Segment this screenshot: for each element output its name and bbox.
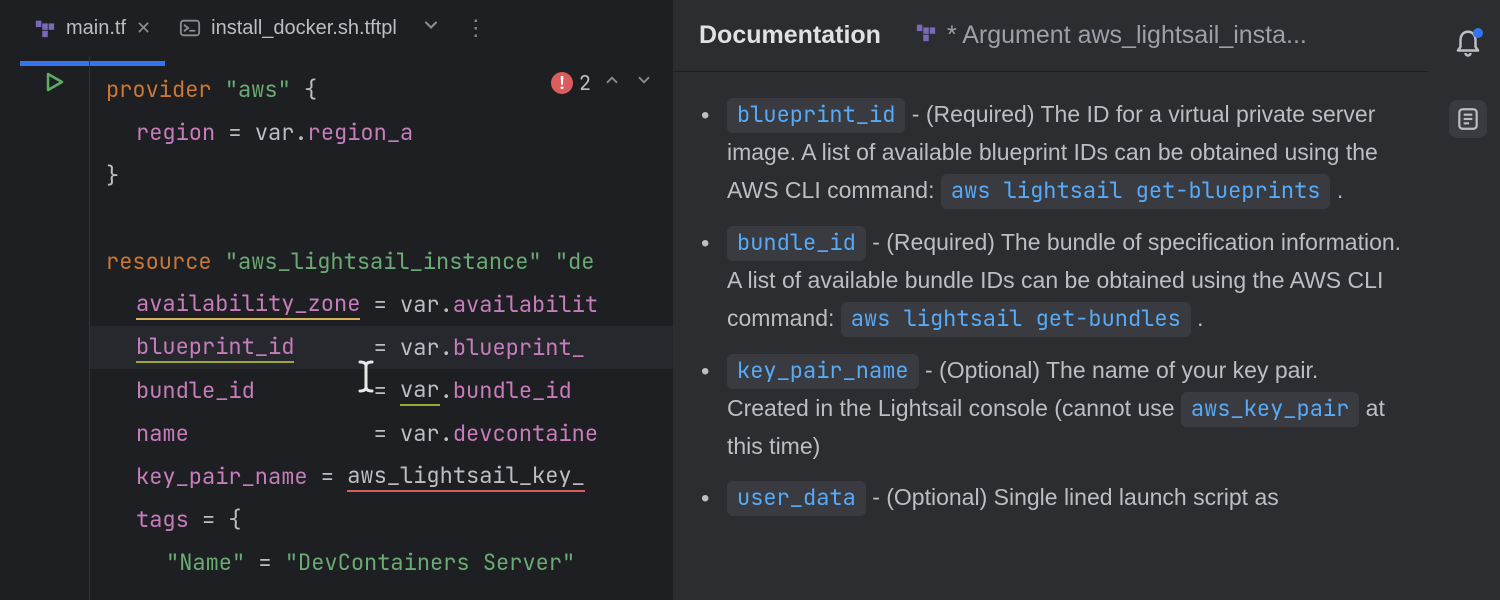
close-icon[interactable]: ✕	[136, 18, 151, 39]
doc-tab-argument[interactable]: * Argument aws_lightsail_insta...	[915, 21, 1307, 50]
code-line[interactable]: bundle_id = var.bundle_id	[90, 369, 673, 412]
code-line[interactable]: availability_zone = var.availabilit	[90, 283, 673, 326]
tabs-overflow[interactable]	[411, 15, 451, 41]
documentation-toolwindow-button[interactable]	[1449, 100, 1487, 138]
code-chip: aws lightsail get-bundles	[841, 302, 1191, 337]
doc-tab-documentation[interactable]: Documentation	[699, 21, 881, 50]
code-chip: user_data	[727, 481, 866, 516]
error-icon: !	[551, 72, 573, 94]
doc-item-blueprint-id: blueprint_id - (Required) The ID for a v…	[699, 96, 1402, 210]
run-icon[interactable]	[42, 70, 66, 99]
tab-main-tf[interactable]: main.tf ✕	[20, 0, 165, 56]
code-content[interactable]: ! 2 provider "aws" { region = var.region…	[90, 56, 673, 600]
editor-tabs: main.tf ✕ install_docker.sh.tftpl ⋮	[0, 0, 673, 56]
code-chip: blueprint_id	[727, 98, 905, 133]
gutter	[0, 56, 90, 600]
code-line[interactable]: region = var.region_a	[90, 111, 673, 154]
code-line[interactable]: tags = {	[90, 498, 673, 541]
code-line[interactable]: blueprint_id = var.blueprint_	[90, 326, 673, 369]
code-chip: aws_key_pair	[1181, 392, 1359, 427]
code-line[interactable]	[90, 197, 673, 240]
shell-file-icon	[179, 17, 201, 39]
code-chip: key_pair_name	[727, 354, 919, 389]
doc-body[interactable]: blueprint_id - (Required) The ID for a v…	[673, 72, 1428, 600]
code-line[interactable]: resource "aws_lightsail_instance" "de	[90, 240, 673, 283]
terraform-icon	[34, 17, 56, 39]
tab-install-docker[interactable]: install_docker.sh.tftpl	[165, 0, 411, 56]
doc-item-bundle-id: bundle_id - (Required) The bundle of spe…	[699, 224, 1402, 338]
code-line[interactable]: }	[90, 154, 673, 197]
error-count: 2	[579, 70, 591, 96]
tab-label: install_docker.sh.tftpl	[211, 17, 397, 40]
chevron-down-icon[interactable]	[633, 71, 655, 95]
terraform-icon	[915, 21, 937, 50]
documentation-pane: Documentation * Argument aws_lightsail_i…	[673, 0, 1500, 600]
code-line[interactable]: "Name" = "DevContainers Server"	[90, 541, 673, 584]
doc-tabs: Documentation * Argument aws_lightsail_i…	[673, 0, 1428, 72]
problems-indicator[interactable]: ! 2	[551, 70, 655, 96]
notifications-button[interactable]	[1449, 24, 1487, 62]
code-chip: bundle_id	[727, 226, 866, 261]
tabs-menu-icon[interactable]: ⋮	[451, 15, 503, 41]
code-line[interactable]: key_pair_name = aws_lightsail_key_	[90, 455, 673, 498]
right-toolbar	[1436, 0, 1500, 600]
tab-label: main.tf	[66, 17, 126, 40]
notification-dot-icon	[1473, 28, 1483, 38]
doc-item-key-pair-name: key_pair_name - (Optional) The name of y…	[699, 352, 1402, 466]
code-line[interactable]: name = var.devcontaine	[90, 412, 673, 455]
chevron-up-icon[interactable]	[601, 71, 623, 95]
editor-pane: main.tf ✕ install_docker.sh.tftpl ⋮ ! 2	[0, 0, 673, 600]
doc-item-user-data: user_data - (Optional) Single lined laun…	[699, 479, 1402, 517]
code-area[interactable]: ! 2 provider "aws" { region = var.region…	[0, 56, 673, 600]
code-chip: aws lightsail get-blueprints	[941, 174, 1331, 209]
